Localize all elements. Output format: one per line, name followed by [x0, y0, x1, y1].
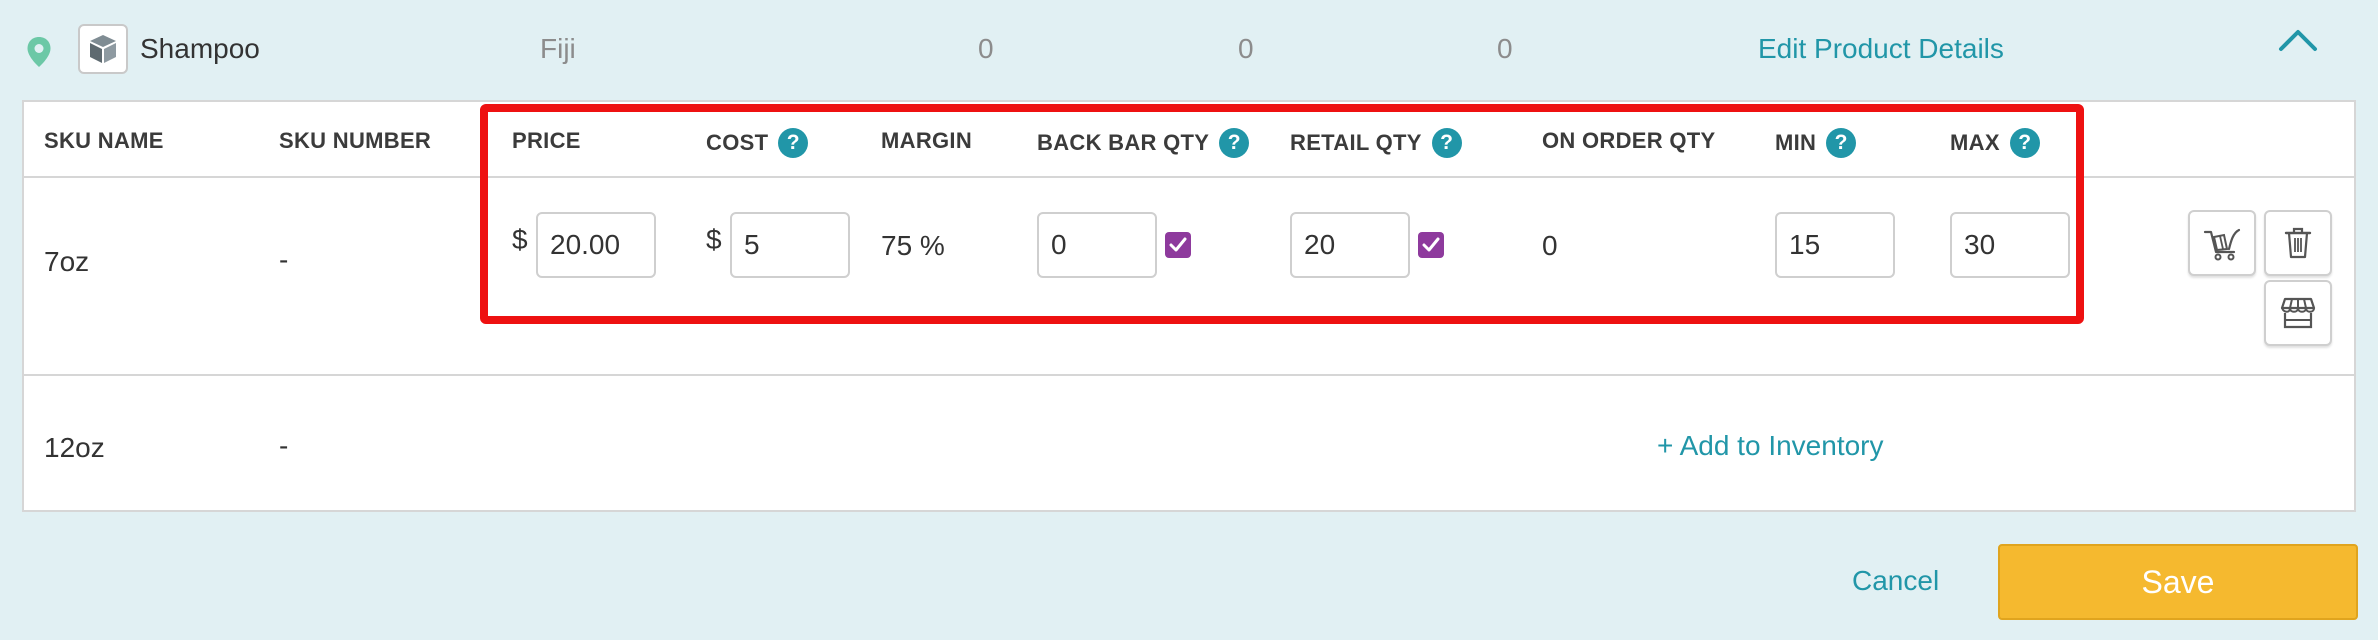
retail-qty-checkbox[interactable]	[1418, 232, 1444, 258]
save-button[interactable]: Save	[1998, 544, 2358, 620]
price-input[interactable]	[536, 212, 656, 278]
product-vendor: Fiji	[540, 33, 576, 64]
checkmark-icon	[1422, 237, 1440, 252]
back-bar-qty-help-icon[interactable]: ?	[1219, 128, 1250, 158]
cost-currency: $	[706, 224, 722, 255]
back-bar-qty-checkbox[interactable]	[1165, 232, 1191, 258]
store-button[interactable]	[2264, 280, 2332, 346]
chevron-up-icon[interactable]	[2278, 28, 2318, 52]
header-sku-name: SKU NAME	[44, 128, 164, 153]
edit-product-details-link[interactable]: Edit Product Details	[1758, 33, 2004, 65]
cart-icon	[2203, 228, 2241, 261]
product-name: Shampoo	[140, 33, 260, 64]
store-icon	[2280, 297, 2316, 329]
trash-icon	[2284, 227, 2312, 259]
sku-table: SKU NAME SKU NUMBER PRICE COST? MARGIN B…	[22, 100, 2356, 512]
header-min: MIN?	[1775, 128, 1857, 158]
table-row: 12oz - + Add to Inventory	[24, 376, 2354, 512]
header-on-order-qty: ON ORDER QTY	[1542, 128, 1716, 153]
location-pin-icon	[27, 37, 51, 67]
product-count-1: 0	[978, 33, 994, 64]
product-row: Shampoo Fiji 0 0 0 Edit Product Details	[0, 0, 2378, 100]
checkmark-icon	[1169, 237, 1187, 252]
sku-number: -	[279, 430, 289, 461]
sku-name: 12oz	[44, 432, 105, 463]
cost-help-icon[interactable]: ?	[778, 128, 809, 158]
header-back-bar-qty: BACK BAR QTY?	[1037, 128, 1250, 158]
product-count-2: 0	[1238, 33, 1254, 64]
back-bar-qty-input[interactable]	[1037, 212, 1157, 278]
header-retail-qty: RETAIL QTY?	[1290, 128, 1462, 158]
cancel-button[interactable]: Cancel	[1852, 565, 1939, 597]
product-count-3: 0	[1497, 33, 1513, 64]
retail-qty-input[interactable]	[1290, 212, 1410, 278]
sku-table-header: SKU NAME SKU NUMBER PRICE COST? MARGIN B…	[24, 102, 2354, 178]
product-box-icon	[78, 24, 128, 74]
cost-input[interactable]	[730, 212, 850, 278]
max-input[interactable]	[1950, 212, 2070, 278]
min-help-icon[interactable]: ?	[1826, 128, 1857, 158]
retail-qty-help-icon[interactable]: ?	[1431, 128, 1462, 158]
header-price: PRICE	[512, 128, 581, 153]
margin-value: 75 %	[881, 230, 945, 261]
price-currency: $	[512, 224, 528, 255]
max-help-icon[interactable]: ?	[2009, 128, 2040, 158]
cart-button[interactable]	[2188, 210, 2256, 276]
delete-button[interactable]	[2264, 210, 2332, 276]
sku-number: -	[279, 244, 289, 275]
add-to-inventory-link[interactable]: + Add to Inventory	[1657, 430, 1884, 462]
header-margin: MARGIN	[881, 128, 973, 153]
header-cost: COST?	[706, 128, 809, 158]
header-max: MAX?	[1950, 128, 2040, 158]
sku-name: 7oz	[44, 246, 90, 277]
min-input[interactable]	[1775, 212, 1895, 278]
header-sku-number: SKU NUMBER	[279, 128, 432, 153]
table-row: 7oz - $ $ 75 % 0	[24, 178, 2354, 376]
on-order-qty-value: 0	[1542, 230, 1558, 261]
